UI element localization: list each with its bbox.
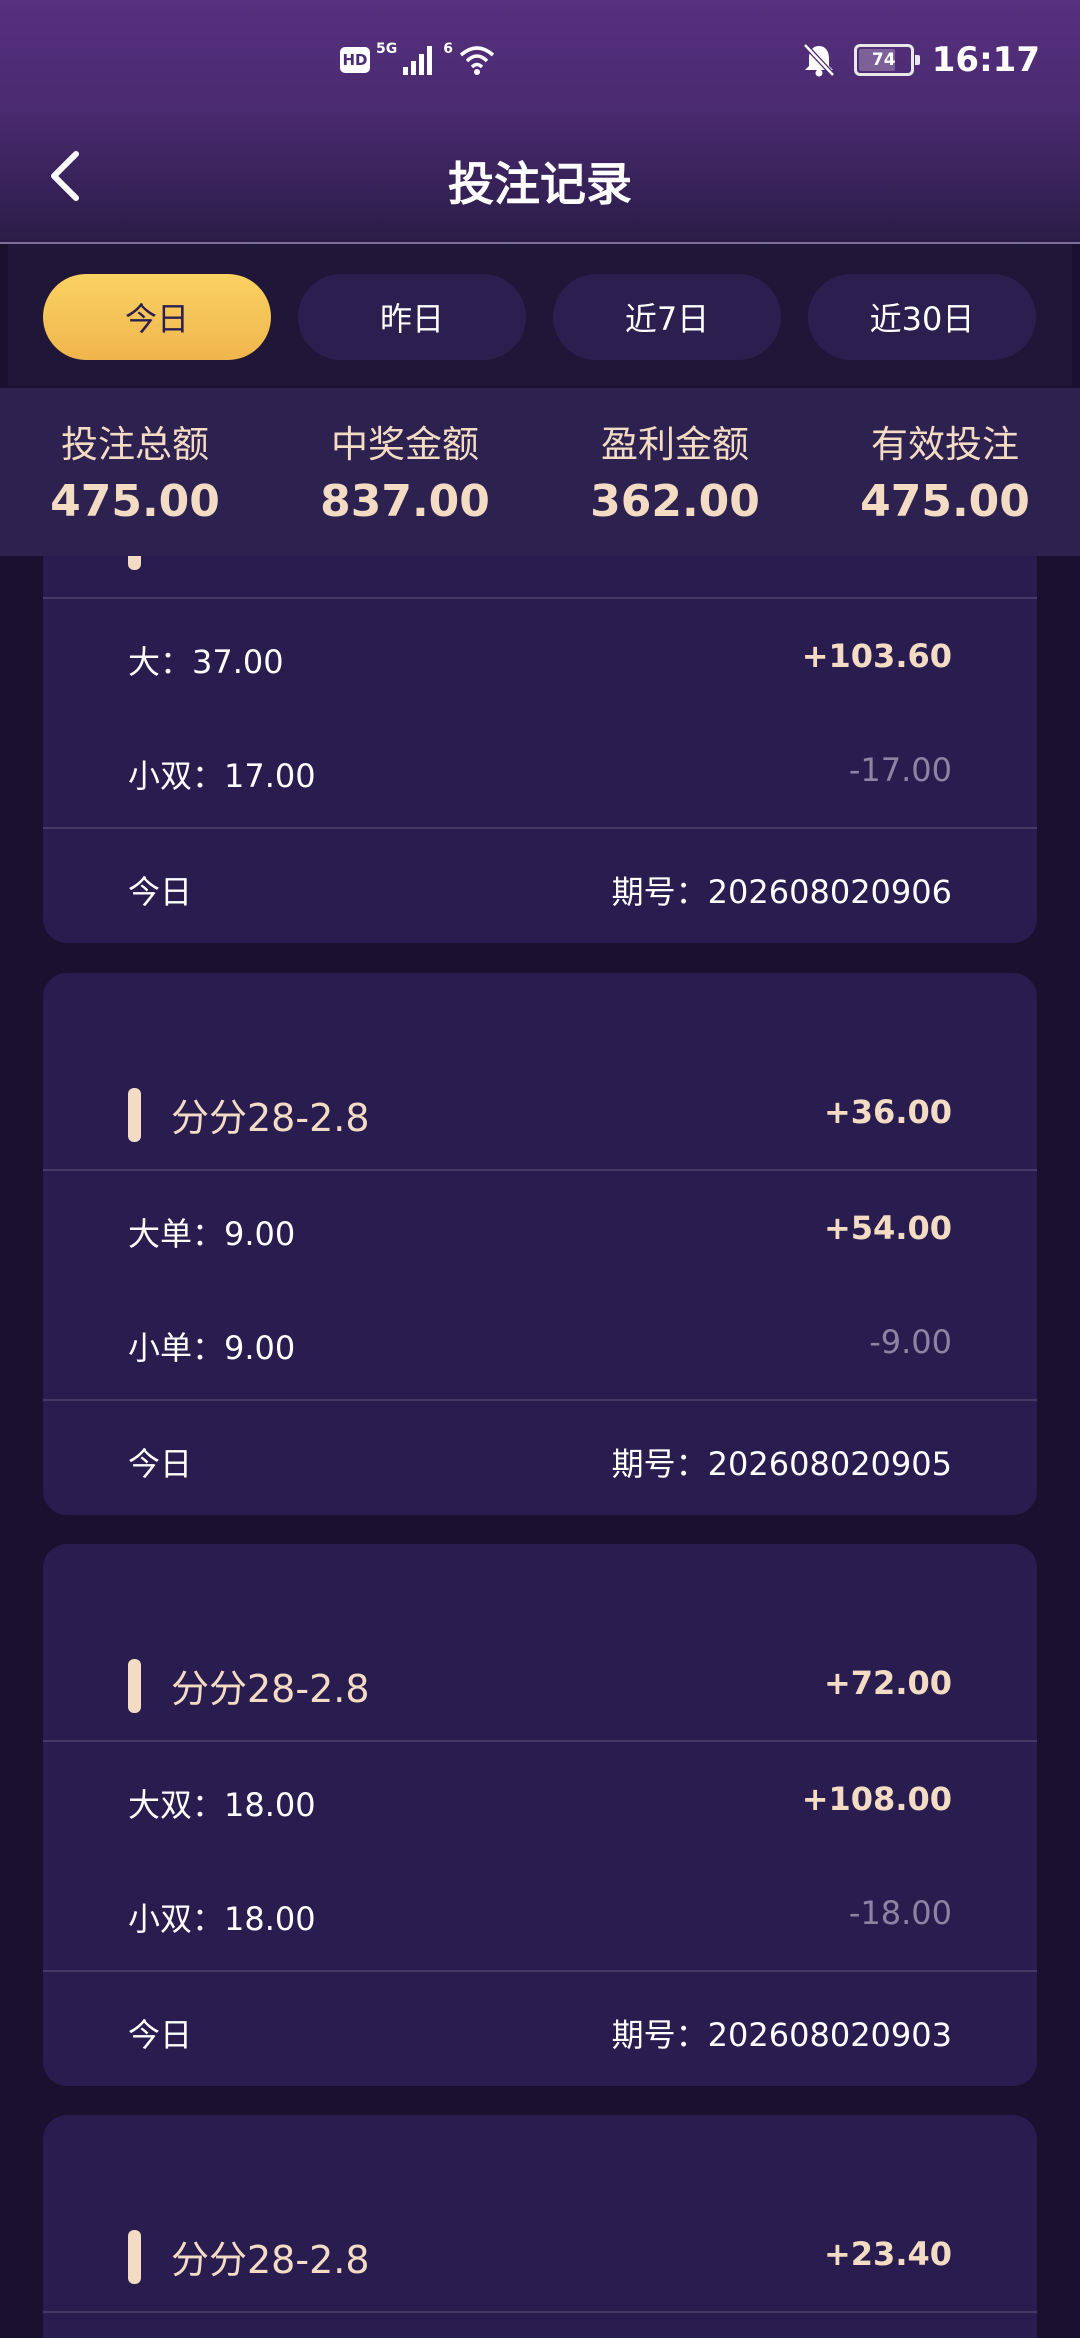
bet-row: 小双：18.00 -18.00 — [43, 1856, 1037, 1970]
bet-row: 大单：9.00 +54.00 — [43, 1171, 1037, 1285]
bet-record-list[interactable]: 大：37.00 +103.60 小双：17.00 -17.00 今日 期号：20… — [0, 0, 1080, 2338]
bet-record-card[interactable]: 分分28-2.8 +72.00 大双：18.00 +108.00 小双：18.0… — [43, 1544, 1037, 2086]
summary-total-bet: 投注总额 475.00 — [0, 414, 270, 527]
bet-label: 小双：17.00 — [128, 757, 316, 795]
bet-day: 今日 — [128, 1445, 193, 1483]
game-name: 分分28-2.8 — [171, 1096, 370, 1140]
issue-number: 期号：202608020905 — [611, 1445, 952, 1483]
accent-bar — [128, 1659, 141, 1713]
summary-value: 475.00 — [50, 476, 220, 527]
bet-amount: -9.00 — [869, 1323, 952, 1361]
bet-label: 大：37.00 — [128, 643, 284, 681]
summary-winnings: 中奖金额 837.00 — [270, 414, 540, 527]
summary-value: 837.00 — [320, 476, 490, 527]
summary-label: 投注总额 — [61, 423, 209, 466]
summary-label: 盈利金额 — [601, 423, 749, 466]
accent-bar — [128, 1088, 141, 1142]
card-total: +72.00 — [823, 1664, 952, 1702]
game-name: 分分28-2.8 — [171, 1667, 370, 1711]
issue-number: 期号：202608020906 — [611, 873, 952, 911]
bet-row: 大：37.00 +103.60 — [43, 599, 1037, 713]
bet-row: 小单：9.00 -9.00 — [43, 1285, 1037, 1399]
summary-panel: 投注总额 475.00 中奖金额 837.00 盈利金额 362.00 有效投注… — [0, 388, 1080, 556]
bet-amount: -17.00 — [848, 751, 952, 789]
card-footer: 今日 期号：202608020906 — [43, 829, 1037, 943]
bet-label: 小双：18.00 — [128, 1900, 316, 1938]
accent-bar — [128, 2230, 141, 2284]
card-header: 分分28-2.8 +23.40 — [43, 2115, 1037, 2311]
divider — [43, 2311, 1037, 2313]
bet-label: 大双：18.00 — [128, 1786, 316, 1824]
card-total: +36.00 — [823, 1093, 952, 1131]
bet-label: 小单：9.00 — [128, 1329, 296, 1367]
card-header: 分分28-2.8 +36.00 — [43, 973, 1037, 1169]
bet-amount: +108.00 — [801, 1780, 952, 1818]
bet-record-card[interactable]: 分分28-2.8 +36.00 大单：9.00 +54.00 小单：9.00 -… — [43, 973, 1037, 1515]
game-name: 分分28-2.8 — [171, 2238, 370, 2282]
summary-valid-bet: 有效投注 475.00 — [810, 414, 1080, 527]
card-header: 分分28-2.8 +72.00 — [43, 1544, 1037, 1740]
bet-day: 今日 — [128, 2016, 193, 2054]
bet-record-card[interactable]: 分分28-2.8 +23.40 — [43, 2115, 1037, 2338]
issue-number: 期号：202608020903 — [611, 2016, 952, 2054]
card-footer: 今日 期号：202608020903 — [43, 1972, 1037, 2086]
bet-amount: +103.60 — [801, 637, 952, 675]
summary-label: 有效投注 — [871, 423, 1019, 466]
summary-value: 475.00 — [860, 476, 1030, 527]
summary-label: 中奖金额 — [331, 423, 479, 466]
bet-label: 大单：9.00 — [128, 1215, 296, 1253]
card-footer: 今日 期号：202608020905 — [43, 1401, 1037, 1515]
bet-day: 今日 — [128, 873, 193, 911]
bet-amount: -18.00 — [848, 1894, 952, 1932]
summary-value: 362.00 — [590, 476, 760, 527]
bet-row: 小双：17.00 -17.00 — [43, 713, 1037, 827]
summary-profit: 盈利金额 362.00 — [540, 414, 810, 527]
bet-amount: +54.00 — [823, 1209, 952, 1247]
bet-row: 大双：18.00 +108.00 — [43, 1742, 1037, 1856]
card-total: +23.40 — [823, 2235, 952, 2273]
